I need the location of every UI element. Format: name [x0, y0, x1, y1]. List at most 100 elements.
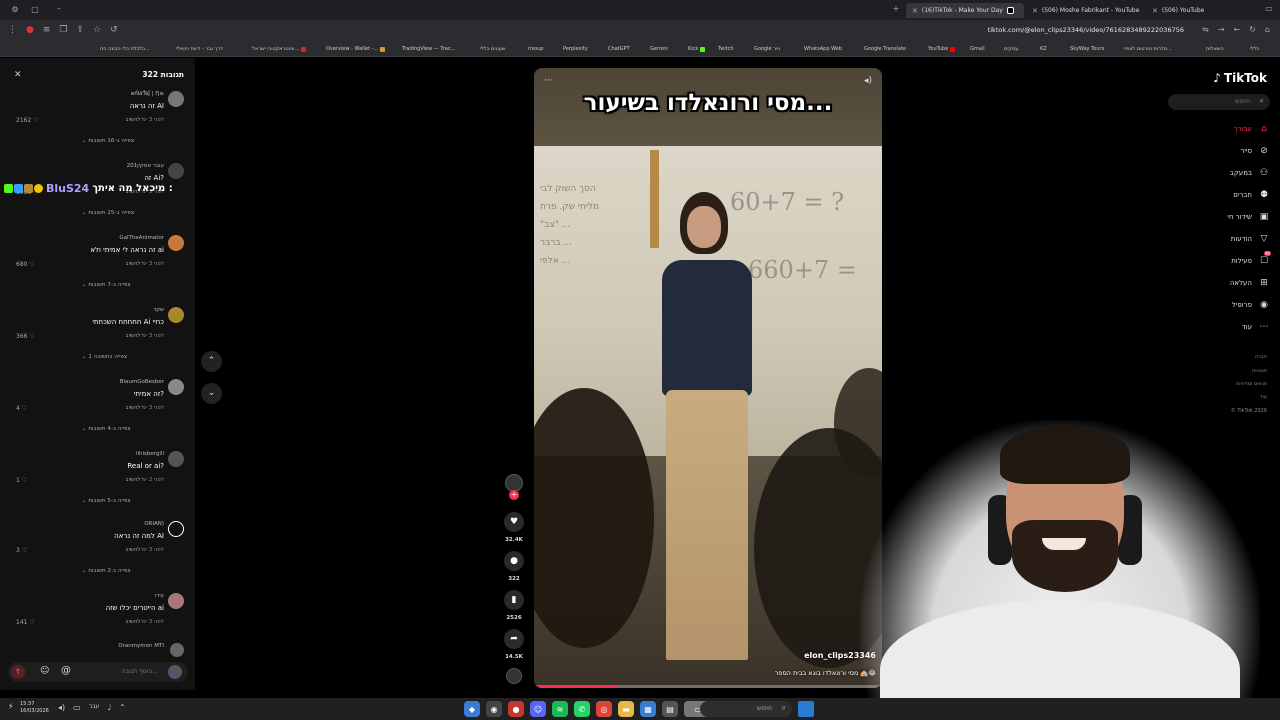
comment-likes[interactable]: 141 ♡ [16, 619, 35, 626]
tab-tiktok[interactable]: ✕ (16)TikTok - Make Your Day [906, 3, 1024, 18]
window-controls-icon[interactable]: ▭ [1262, 4, 1276, 13]
taskbar-clock[interactable]: 15:37 16/03/2026 [20, 701, 49, 715]
view-replies-button[interactable]: ⌄ צפייה ב-2 תשובות [82, 568, 131, 574]
comment-user[interactable]: ≡ŇäŤäĴ | Ŋ≡ [130, 91, 164, 97]
bookmark[interactable]: סדרות וסרטים לצפיי... [1124, 46, 1172, 52]
emoji-icon[interactable]: ☺ [40, 666, 49, 676]
taskbar-search[interactable]: חיפוש ⌕ [700, 701, 792, 717]
bookmark-star-icon[interactable]: ☆ [93, 25, 101, 35]
tiktok-logo[interactable]: ♪ TikTok [1213, 71, 1267, 85]
language-indicator[interactable]: עבר [89, 703, 100, 712]
app-icon[interactable]: ▤ [662, 701, 678, 717]
video-player[interactable]: הסך השוק לבי מליחי שק. פרח "צב" ... ברבר ..… [534, 68, 882, 688]
video-progress-bar[interactable] [534, 685, 882, 688]
reply-button[interactable]: להשיב [125, 405, 140, 411]
bookmark[interactable]: עסקים [1004, 46, 1018, 52]
sound-disc-icon[interactable] [506, 668, 522, 684]
reply-button[interactable]: להשיב [125, 547, 140, 553]
avatar[interactable] [168, 235, 184, 251]
tab-search-icon[interactable]: ▢ [28, 5, 42, 14]
footer-link[interactable]: עוד [1260, 394, 1267, 400]
app-icon[interactable]: ◆ [464, 701, 480, 717]
footer-link[interactable]: חברה [1255, 354, 1267, 360]
volume-icon[interactable]: ◂) [864, 76, 872, 86]
url-field[interactable]: tiktok.com/@elon_clips23346/video/761628… [988, 26, 1184, 34]
close-tab-icon[interactable]: ✕ [912, 7, 918, 15]
comment-likes[interactable]: 1 ♡ [16, 477, 27, 484]
bookmark[interactable]: KZ [1040, 46, 1047, 52]
footer-link[interactable]: תוכניות [1252, 368, 1267, 374]
reply-button[interactable]: להשיב [125, 261, 140, 267]
avatar[interactable] [168, 91, 184, 107]
bookmark[interactable]: Kick [688, 46, 706, 52]
nav-item-upload[interactable]: העלאה ⊞ [1150, 274, 1270, 292]
avatar[interactable] [168, 593, 184, 609]
reply-button[interactable]: להשיב [125, 117, 140, 123]
send-arrow-icon[interactable]: ↑ [11, 665, 25, 679]
nav-item-live[interactable]: שידור חי ▣ [1150, 208, 1270, 226]
discord-icon[interactable]: ☺ [530, 701, 546, 717]
share-icon[interactable]: ⇪ [76, 25, 84, 35]
previous-video-button[interactable]: ⌃ [201, 351, 222, 372]
save-button[interactable]: ▮ [504, 590, 524, 610]
obs-icon[interactable]: ◉ [486, 701, 502, 717]
comment-user[interactable]: עידו [155, 593, 164, 599]
nav-item-friends[interactable]: חברים ⚉ [1150, 186, 1270, 204]
extensions-icon[interactable]: ⋮ [8, 25, 17, 35]
avatar[interactable] [168, 163, 184, 179]
site-settings-icon[interactable]: ⇋ [1202, 25, 1209, 34]
avatar[interactable] [170, 643, 184, 657]
view-replies-button[interactable]: ⌄ צפייה ב-16 תשובות [82, 138, 134, 144]
bookmark[interactable]: Google נייר [754, 46, 780, 52]
avatar[interactable] [168, 521, 184, 537]
more-options-icon[interactable]: ··· [544, 76, 553, 86]
bookmark[interactable]: ווינטראקטיבי ישראל... [252, 46, 307, 52]
history-icon[interactable]: ↺ [110, 25, 118, 35]
view-replies-button[interactable]: ⌄ צפייה בתשובה 1 [82, 354, 127, 360]
back-icon[interactable]: → [1218, 25, 1225, 34]
bookmark[interactable]: Gemini [650, 46, 668, 52]
reader-icon[interactable]: ≡ [43, 25, 51, 35]
nav-item-activity[interactable]: פעילות ☐ 96 [1150, 251, 1272, 270]
reply-button[interactable]: להשיב [125, 333, 140, 339]
view-replies-button[interactable]: ⌄ צפייה ב-5 תשובות [82, 498, 131, 504]
new-tab-icon[interactable]: + [889, 4, 903, 13]
bookmark[interactable]: Google Translate [864, 46, 906, 52]
bookmark[interactable]: כלכלת כלי הבינה הח... [100, 46, 150, 52]
search-input[interactable]: חיפוש ⌕ [1168, 94, 1270, 110]
windows-start-icon[interactable] [798, 701, 814, 717]
nav-item-following[interactable]: במעקב ⚇ [1150, 164, 1270, 182]
browser-menu-icon[interactable]: ⚙ [8, 5, 22, 14]
bookmark[interactable]: השאלות [1206, 46, 1224, 52]
bookmark[interactable]: ChatGPT [608, 46, 630, 52]
comment-user[interactable]: 201עובר אסקין [127, 163, 164, 169]
whatsapp-icon[interactable]: ✆ [574, 701, 590, 717]
bookmark[interactable]: Gmail [970, 46, 985, 52]
bookmark[interactable]: דרך גבר - דיווח ויזואלי [176, 46, 223, 52]
close-tab-icon[interactable]: ✕ [1152, 7, 1158, 15]
mic-icon[interactable]: ♩ [107, 703, 111, 712]
comment-likes[interactable]: 4 ♡ [16, 405, 27, 412]
share-button[interactable]: ➦ [504, 629, 524, 649]
chrome-icon[interactable]: ◎ [596, 701, 612, 717]
bookmark[interactable]: Overview - Wallet -... [326, 46, 386, 52]
comment-user[interactable]: Oranmymon MTI [118, 643, 164, 649]
comments-button[interactable]: ● [504, 551, 524, 571]
recording-icon[interactable]: ● [26, 25, 34, 35]
avatar[interactable] [168, 379, 184, 395]
app-icon[interactable]: ● [508, 701, 524, 717]
avatar[interactable] [168, 307, 184, 323]
store-icon[interactable]: ▦ [640, 701, 656, 717]
next-video-button[interactable]: ⌄ [201, 383, 222, 404]
tab-youtube-moshe[interactable]: ✕ (506) Moshe Fabrikant - YouTube [1026, 3, 1144, 18]
nav-item-profile[interactable]: פרופיל ◉ [1150, 296, 1270, 314]
view-replies-button[interactable]: ⌄ צפייה ב-25 תשובות [82, 210, 134, 216]
network-icon[interactable]: ▭ [73, 703, 81, 712]
tab-youtube[interactable]: ✕ (506) YouTube [1146, 3, 1226, 18]
spotify-icon[interactable]: ≋ [552, 701, 568, 717]
copy-icon[interactable]: ❐ [59, 25, 67, 35]
follow-plus-icon[interactable]: + [509, 490, 519, 500]
forward-icon[interactable]: ← [1234, 25, 1241, 34]
bookmark[interactable]: כללי [1250, 46, 1259, 52]
comment-user[interactable]: lihisbergill [136, 451, 164, 457]
